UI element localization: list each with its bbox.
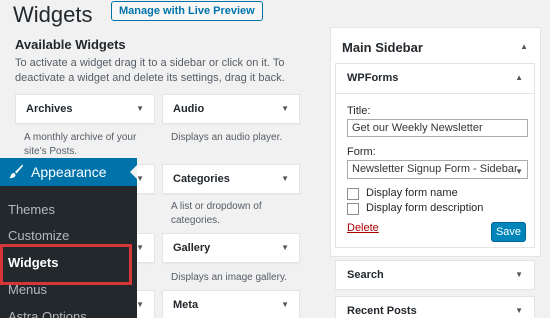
widget-description: A monthly archive of your site’s Posts. — [24, 132, 137, 157]
chevron-down-icon[interactable]: ▼ — [281, 174, 289, 183]
widget-description: Displays an image gallery. — [171, 272, 287, 283]
wpforms-widget[interactable]: WPForms ▲ Title: Get our Weekly Newslett… — [335, 63, 535, 248]
widget-categories[interactable]: Categories ▼ — [162, 164, 300, 194]
sidebar-widget-search[interactable]: Search ▼ — [335, 260, 535, 290]
widget-label: Categories — [173, 173, 230, 185]
chevron-down-icon[interactable]: ▼ — [136, 104, 144, 113]
form-select-value: Newsletter Signup Form - Sidebar — [352, 163, 518, 175]
save-button[interactable]: Save — [491, 222, 526, 242]
chevron-down-icon[interactable]: ▼ — [136, 243, 144, 252]
chevron-down-icon[interactable]: ▼ — [136, 300, 144, 309]
widget-label: Meta — [173, 299, 199, 311]
chevron-down-icon: ▼ — [515, 167, 523, 176]
widget-description: A list or dropdown of categories. — [171, 201, 262, 226]
display-name-label: Display form name — [366, 187, 458, 199]
form-label: Form: — [347, 146, 376, 158]
available-widgets-description: To activate a widget drag it to a sideba… — [15, 57, 285, 84]
available-widgets-title: Available Widgets — [15, 37, 126, 52]
chevron-down-icon[interactable]: ▼ — [136, 174, 144, 183]
widget-meta[interactable]: Meta ▼ — [162, 290, 300, 318]
menu-pointer — [130, 165, 137, 179]
highlight-box — [0, 244, 132, 285]
manage-live-preview-button[interactable]: Manage with Live Preview — [111, 1, 263, 21]
title-input[interactable]: Get our Weekly Newsletter — [347, 119, 528, 137]
chevron-down-icon[interactable]: ▼ — [281, 104, 289, 113]
submenu-themes[interactable]: Themes — [8, 202, 55, 217]
sidebar-widget-label: Search — [347, 269, 384, 281]
display-name-checkbox[interactable] — [347, 188, 359, 200]
widget-label: Archives — [26, 103, 73, 115]
submenu-customize[interactable]: Customize — [8, 228, 69, 243]
form-select[interactable]: Newsletter Signup Form - Sidebar ▼ — [347, 160, 528, 179]
chevron-down-icon[interactable]: ▼ — [515, 306, 523, 315]
page-title: Widgets — [13, 2, 93, 27]
chevron-down-icon[interactable]: ▼ — [281, 243, 289, 252]
paintbrush-icon — [9, 164, 23, 179]
wpforms-widget-title: WPForms — [347, 72, 399, 84]
chevron-up-icon[interactable]: ▲ — [520, 42, 528, 51]
wpforms-widget-header[interactable]: WPForms ▲ — [336, 64, 534, 94]
chevron-up-icon[interactable]: ▲ — [515, 73, 523, 82]
sidebar-widget-recent-posts[interactable]: Recent Posts ▼ — [335, 296, 535, 318]
widget-gallery[interactable]: Gallery ▼ — [162, 233, 300, 263]
widget-label: Audio — [173, 103, 205, 115]
widget-description: Displays an audio player. — [171, 132, 283, 143]
chevron-down-icon[interactable]: ▼ — [281, 300, 289, 309]
chevron-down-icon[interactable]: ▼ — [515, 270, 523, 279]
display-description-checkbox[interactable] — [347, 203, 359, 215]
submenu-astra-options[interactable]: Astra Options — [8, 309, 87, 318]
menu-appearance-label: Appearance — [31, 164, 107, 180]
widget-label: Gallery — [173, 242, 211, 254]
display-description-label: Display form description — [366, 202, 484, 214]
title-label: Title: — [347, 105, 371, 117]
sidebar-title: Main Sidebar — [342, 40, 423, 55]
admin-menu: Appearance Themes Customize Widgets Menu… — [0, 158, 137, 318]
sidebar-widget-label: Recent Posts — [347, 305, 417, 317]
widget-archives[interactable]: Archives ▼ — [15, 94, 155, 124]
menu-appearance[interactable]: Appearance — [0, 158, 137, 186]
widget-audio[interactable]: Audio ▼ — [162, 94, 300, 124]
delete-link[interactable]: Delete — [347, 222, 379, 234]
